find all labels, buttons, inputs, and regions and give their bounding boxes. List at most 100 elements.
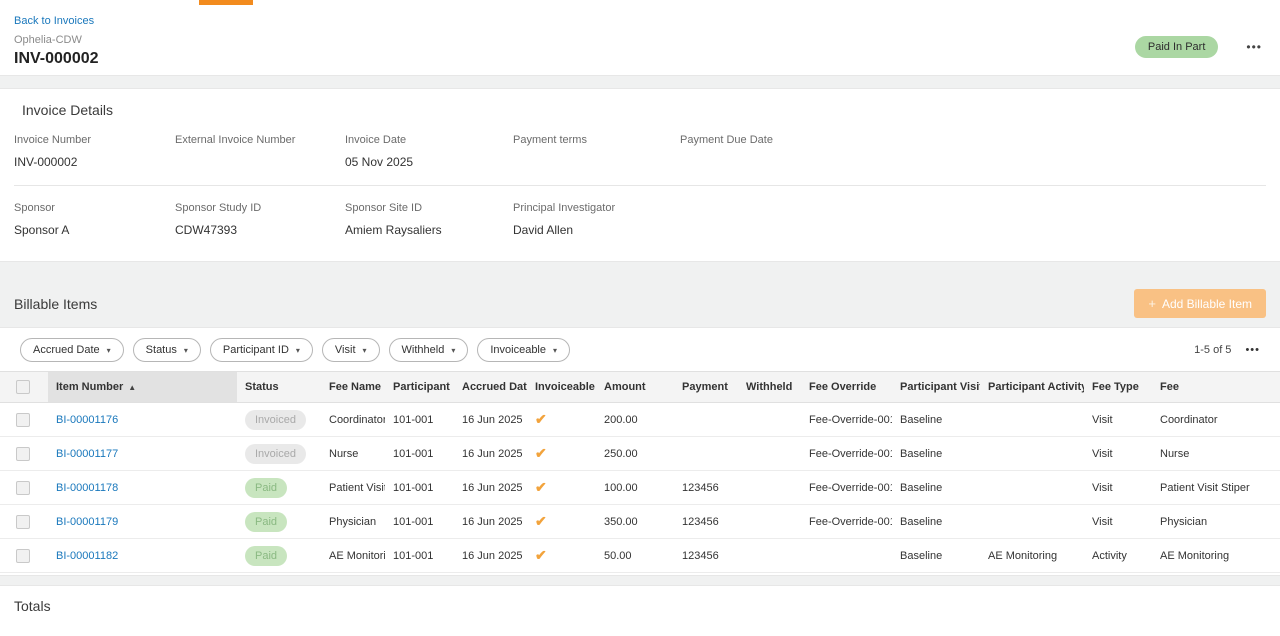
cell-amount: 250.00 (596, 437, 674, 471)
filter-visit[interactable]: Visit▾ (322, 338, 380, 362)
item-number-link[interactable]: BI-00001178 (56, 482, 118, 494)
filter-participant-id[interactable]: Participant ID▾ (210, 338, 313, 362)
column-header-withheld[interactable]: Withheld (738, 372, 801, 403)
column-header-accrued-date[interactable]: Accrued Date (454, 372, 527, 403)
filter-invoiceable[interactable]: Invoiceable▾ (477, 338, 570, 362)
cell-item-number: BI-00001182 (48, 539, 237, 573)
column-header-participant[interactable]: Participant (385, 372, 454, 403)
item-number-link[interactable]: BI-00001182 (56, 550, 118, 562)
cell-invoiceable: ✔ (527, 505, 596, 539)
field-payment-due-date: Payment Due Date (680, 134, 1266, 169)
chevron-down-icon: ▾ (184, 346, 188, 355)
check-icon: ✔ (535, 513, 547, 529)
page-title: INV-000002 (14, 50, 1266, 68)
status-badge: Paid In Part (1135, 36, 1218, 58)
cell-fee-name: Coordinator (321, 403, 385, 437)
field-value (680, 155, 1266, 169)
sort-asc-icon: ▲ (128, 383, 136, 392)
cell-fee-type: Activity (1084, 539, 1152, 573)
study-name: Ophelia-CDW (14, 34, 1266, 46)
cell-accrued-date: 16 Jun 2025 (454, 437, 527, 471)
cell-status: Paid (237, 539, 321, 573)
column-header-label: Amount (604, 381, 646, 393)
field-sponsor: SponsorSponsor A (14, 202, 175, 237)
more-actions-button[interactable]: ••• (1244, 38, 1264, 56)
cell-participant: 101-001 (385, 505, 454, 539)
column-header-participant-activity[interactable]: Participant Activity (980, 372, 1084, 403)
field-label: Sponsor Study ID (175, 202, 345, 214)
column-header-fee-override[interactable]: Fee Override (801, 372, 892, 403)
field-label: Invoice Number (14, 134, 175, 146)
filter-label: Status (146, 344, 177, 356)
filter-label: Participant ID (223, 344, 289, 356)
column-header-participant-visit[interactable]: Participant Visit (892, 372, 980, 403)
column-header-label: Withheld (746, 381, 792, 393)
cell-invoiceable: ✔ (527, 437, 596, 471)
filter-label: Withheld (402, 344, 445, 356)
item-number-link[interactable]: BI-00001179 (56, 516, 118, 528)
status-badge: Paid (245, 478, 287, 498)
invoice-fields-row-1: Invoice NumberINV-000002External Invoice… (14, 134, 1266, 169)
field-principal-investigator: Principal Investigator David Allen (513, 202, 680, 237)
field-value: INV-000002 (14, 155, 175, 169)
table-row: BI-00001182PaidAE Monitoring101-00116 Ju… (0, 539, 1280, 573)
column-header-item-number[interactable]: Item Number▲ (48, 372, 237, 403)
filter-status[interactable]: Status ▾ (133, 338, 201, 362)
cell-withheld (738, 437, 801, 471)
filter-withheld[interactable]: Withheld▾ (389, 338, 469, 362)
column-header-invoiceable[interactable]: Invoiceable (527, 372, 596, 403)
filter-accrued-date[interactable]: Accrued Date▾ (20, 338, 124, 362)
cell-payment (674, 403, 738, 437)
select-all-checkbox[interactable] (16, 380, 30, 394)
cell-status: Paid (237, 505, 321, 539)
column-header-label: Participant Activity (988, 381, 1084, 393)
row-checkbox[interactable] (16, 413, 30, 427)
cell-status: Paid (237, 471, 321, 505)
table-more-button[interactable]: ••• (1245, 344, 1260, 356)
row-checkbox[interactable] (16, 447, 30, 461)
cell-fee-name: AE Monitoring (321, 539, 385, 573)
add-billable-item-button[interactable]: + Add Billable Item (1134, 289, 1266, 318)
row-checkbox[interactable] (16, 481, 30, 495)
filter-bar: Accrued Date▾Status▾Participant ID▾Visit… (0, 328, 1280, 371)
check-icon: ✔ (535, 547, 547, 563)
column-header-payment[interactable]: Payment (674, 372, 738, 403)
cell-fee-type: Visit (1084, 505, 1152, 539)
column-header-amount[interactable]: Amount (596, 372, 674, 403)
column-header-fee-name[interactable]: Fee Name (321, 372, 385, 403)
row-checkbox[interactable] (16, 515, 30, 529)
chevron-down-icon: ▾ (553, 346, 557, 355)
cell-fee: Nurse (1152, 437, 1280, 471)
field-invoice-date: Invoice Date05 Nov 2025 (345, 134, 513, 169)
table-controls: 1-5 of 5 ••• (1194, 344, 1260, 356)
column-header-fee-type[interactable]: Fee Type (1084, 372, 1152, 403)
field-sponsor-study-id: Sponsor Study IDCDW47393 (175, 202, 345, 237)
item-number-link[interactable]: BI-00001177 (56, 448, 118, 460)
column-header-fee[interactable]: Fee (1152, 372, 1280, 403)
cell-fee-override (801, 539, 892, 573)
ellipsis-icon: ••• (1245, 344, 1260, 356)
cell-invoiceable: ✔ (527, 471, 596, 505)
field-label: Sponsor (14, 202, 175, 214)
cell-payment: 123456 (674, 471, 738, 505)
status-badge: Invoiced (245, 444, 306, 464)
column-header-label: Status (245, 381, 279, 393)
cell-fee-name: Physician (321, 505, 385, 539)
cell-fee: Patient Visit Stiper (1152, 471, 1280, 505)
row-checkbox[interactable] (16, 549, 30, 563)
item-number-link[interactable]: BI-00001176 (56, 414, 118, 426)
cell-amount: 200.00 (596, 403, 674, 437)
cell-invoiceable: ✔ (527, 403, 596, 437)
field-label: Principal Investigator (513, 202, 680, 214)
back-to-invoices-link[interactable]: Back to Invoices (14, 15, 94, 27)
filter-label: Visit (335, 344, 356, 356)
cell-participant-visit: Baseline (892, 539, 980, 573)
cell-accrued-date: 16 Jun 2025 (454, 539, 527, 573)
cell-participant-activity (980, 505, 1084, 539)
cell-item-number: BI-00001177 (48, 437, 237, 471)
cell-fee-name: Nurse (321, 437, 385, 471)
cell-participant-activity: AE Monitoring (980, 539, 1084, 573)
column-header-label: Fee (1160, 381, 1179, 393)
column-header-status[interactable]: Status (237, 372, 321, 403)
field-value: David Allen (513, 223, 680, 237)
